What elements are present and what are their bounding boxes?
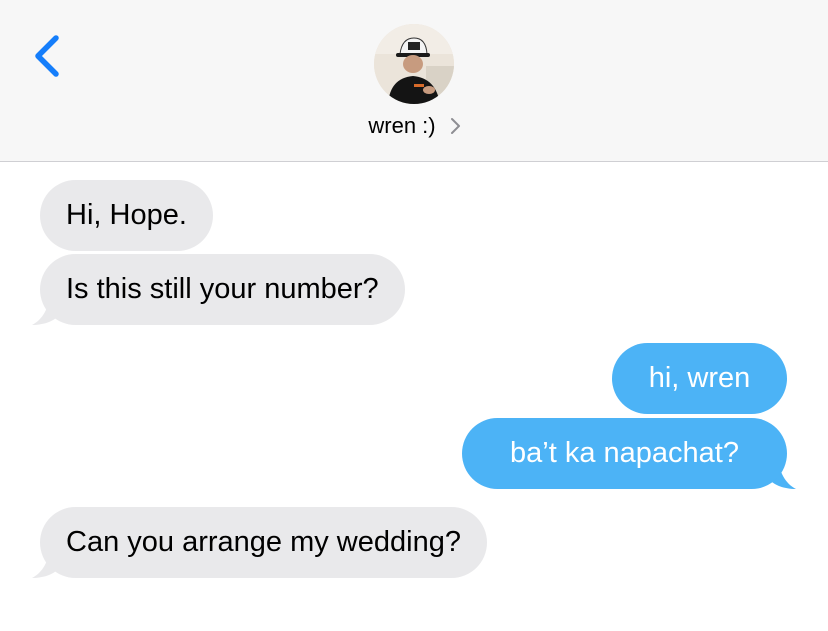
chevron-right-icon <box>450 118 460 134</box>
message-text: hi, wren <box>648 362 751 394</box>
contact-title[interactable]: wren :) <box>0 113 828 143</box>
message-bubble-outgoing[interactable]: ba’t ka napachat? <box>462 418 787 489</box>
avatar[interactable] <box>374 24 454 104</box>
contact-name: wren :) <box>368 113 436 138</box>
message-text: Hi, Hope. <box>66 199 187 231</box>
messages-screen: wren :) Hi, Hope. Is this still your num… <box>0 0 828 631</box>
message-text: Can you arrange my wedding? <box>66 526 461 558</box>
message-bubble-outgoing[interactable]: hi, wren <box>612 343 787 414</box>
chevron-left-icon[interactable] <box>28 30 68 80</box>
conversation-header: wren :) <box>0 0 828 162</box>
message-bubble-incoming[interactable]: Can you arrange my wedding? <box>40 507 487 578</box>
message-bubble-incoming[interactable]: Hi, Hope. <box>40 180 213 251</box>
message-text: ba’t ka napachat? <box>510 437 739 469</box>
avatar-photo <box>374 24 454 104</box>
message-text: Is this still your number? <box>66 273 379 305</box>
message-bubble-incoming[interactable]: Is this still your number? <box>40 254 405 325</box>
